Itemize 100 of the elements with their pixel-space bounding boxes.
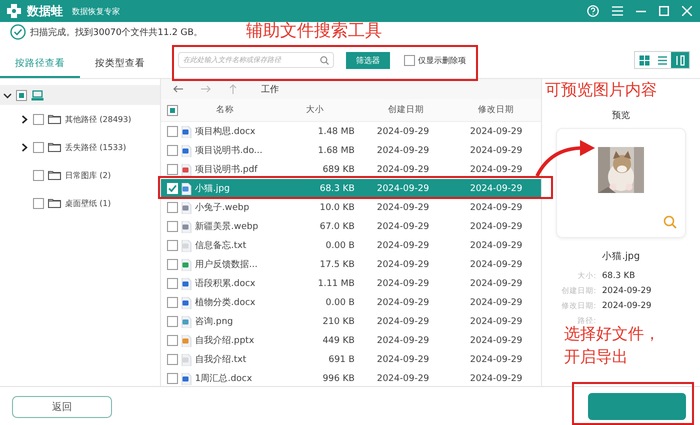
folder-label[interactable]: 其他路径 (28493)	[65, 114, 132, 124]
created-date: 2024-09-29	[376, 184, 430, 194]
arrow	[535, 138, 597, 178]
view-tab[interactable]: 按路径查看	[0, 57, 80, 78]
file-icon	[181, 202, 192, 214]
table-row[interactable]: 自我介绍.pptx 449 KB 2024-09-29 2024-09-29	[161, 331, 541, 350]
created-date: 2024-09-29	[376, 278, 430, 288]
table-row[interactable]: 咨询.png 210 KB 2024-09-29 2024-09-29	[161, 312, 541, 331]
file-size: 1.11 MB	[316, 278, 355, 288]
modified-date: 2024-09-29	[469, 278, 524, 288]
file-name: 项目说明书.do...	[195, 144, 264, 157]
checkbox[interactable]	[167, 104, 178, 116]
file-icon	[181, 372, 192, 384]
file-size: 68.3 KB	[318, 184, 355, 194]
file-size: 689 KB	[322, 164, 355, 174]
columns-icon[interactable]	[674, 54, 686, 66]
menu-icon[interactable]	[612, 6, 623, 16]
up-arrow-icon[interactable]	[229, 84, 237, 94]
checkbox[interactable]	[167, 373, 178, 384]
folder-label[interactable]: 日常图库 (2)	[65, 170, 111, 180]
checkbox[interactable]	[167, 297, 178, 308]
checkbox[interactable]	[167, 240, 178, 251]
table-row[interactable]: 植物分类.docx 0.00 B 2024-09-29 2024-09-29	[161, 293, 541, 312]
checkbox[interactable]	[404, 54, 415, 66]
created-date: 2024-09-29	[376, 354, 430, 364]
table-row[interactable]: 语段积累.docx 1.11 MB 2024-09-29 2024-09-29	[161, 274, 541, 293]
file-icon	[181, 126, 192, 138]
checkbox-label[interactable]: 仅显示删除项	[418, 54, 466, 66]
filter-button[interactable]: 筛选器	[346, 52, 390, 68]
checkbox[interactable]	[167, 164, 178, 175]
table-row[interactable]: 1周汇总.docx 996 KB 2024-09-29 2024-09-29	[161, 369, 541, 386]
table-row[interactable]: 项目说明书.pdf 689 KB 2024-09-29 2024-09-29	[161, 160, 541, 179]
forward-arrow-icon[interactable]	[201, 85, 211, 93]
file-icon	[181, 278, 192, 290]
checkbox[interactable]	[167, 354, 178, 365]
check-circle-icon	[10, 24, 26, 40]
current-folder: 工作	[261, 84, 279, 96]
detail-view-button[interactable]	[671, 52, 689, 68]
view-tab[interactable]: 按类型查看	[80, 57, 160, 78]
table-row[interactable]: 自我介绍.txt 691 B 2024-09-29 2024-09-29	[161, 350, 541, 369]
grid-icon[interactable]	[638, 54, 650, 66]
file-size: 691 B	[327, 354, 355, 364]
back-button[interactable]: 返回	[12, 396, 112, 418]
modified-date: 2024-09-29	[469, 126, 524, 136]
chevron-right-icon[interactable]	[20, 114, 29, 124]
checkbox[interactable]	[167, 221, 178, 232]
checkbox[interactable]	[167, 259, 178, 270]
folder-label[interactable]: 丢失路径 (1533)	[65, 142, 126, 152]
zoom-icon[interactable]	[663, 215, 677, 229]
table-row[interactable]: 用户反馈数据... 17.5 KB 2024-09-29 2024-09-29	[161, 255, 541, 274]
detail-value: 2024-09-29	[602, 286, 652, 296]
modified-date: 2024-09-29	[469, 354, 524, 364]
file-size: 1.48 MB	[316, 126, 355, 136]
checkbox[interactable]	[167, 278, 178, 289]
checkbox[interactable]	[33, 170, 44, 180]
checkbox[interactable]	[167, 145, 178, 156]
selected-row[interactable]: 小猫.jpg 68.3 KB 2024-09-29 2024-09-29	[161, 179, 541, 198]
file-name: 1周汇总.docx	[195, 372, 254, 385]
table-row[interactable]: 小兔子.webp 10.0 KB 2024-09-29 2024-09-29	[161, 198, 541, 217]
created-date: 2024-09-29	[376, 240, 430, 250]
folder-label[interactable]: 桌面壁纸 (1)	[65, 198, 111, 208]
checkbox[interactable]	[167, 335, 178, 346]
help-icon[interactable]	[587, 5, 599, 17]
file-icon	[181, 164, 192, 176]
back-arrow-icon[interactable]	[173, 85, 183, 93]
column-header[interactable]: 修改日期	[451, 104, 541, 116]
created-date: 2024-09-29	[376, 374, 430, 384]
modified-date: 2024-09-29	[469, 146, 524, 156]
preview-title: 预览	[612, 110, 630, 122]
chevron-down-icon[interactable]	[3, 90, 12, 100]
search-icon[interactable]	[320, 56, 329, 64]
checkbox[interactable]	[167, 202, 178, 213]
folder-icon	[48, 198, 61, 208]
column-header[interactable]: 大小	[270, 104, 360, 116]
table-row[interactable]: 项目构思.docx 1.48 MB 2024-09-29 2024-09-29	[161, 122, 541, 141]
minimize-icon[interactable]	[636, 10, 646, 12]
checkbox[interactable]	[16, 90, 27, 100]
checkbox[interactable]	[167, 126, 178, 137]
modified-date: 2024-09-29	[469, 240, 524, 250]
table-row[interactable]: 项目说明书.do... 1.68 MB 2024-09-29 2024-09-29	[161, 141, 541, 160]
file-size: 0.00 B	[324, 240, 355, 250]
checkbox[interactable]	[33, 198, 44, 208]
column-header[interactable]: 名称	[180, 104, 270, 116]
file-size: 10.0 KB	[318, 202, 355, 212]
list-icon[interactable]	[656, 54, 668, 66]
folder-icon	[48, 170, 61, 180]
file-size: 449 KB	[322, 336, 355, 346]
file-name: 新疆美景.webp	[195, 220, 260, 233]
file-icon	[181, 220, 192, 232]
close-icon[interactable]	[682, 6, 692, 16]
file-name: 信息备忘.txt	[195, 239, 248, 252]
checkbox[interactable]	[33, 142, 44, 152]
table-row[interactable]: 信息备忘.txt 0.00 B 2024-09-29 2024-09-29	[161, 236, 541, 255]
maximize-icon[interactable]	[659, 6, 669, 16]
chevron-right-icon[interactable]	[20, 142, 29, 152]
checkbox[interactable]	[33, 114, 44, 124]
checkbox[interactable]	[167, 316, 178, 327]
column-header[interactable]: 创建日期	[360, 104, 452, 116]
table-row[interactable]: 新疆美景.webp 67.0 KB 2024-09-29 2024-09-29	[161, 217, 541, 236]
file-name: 咨询.png	[195, 316, 234, 328]
